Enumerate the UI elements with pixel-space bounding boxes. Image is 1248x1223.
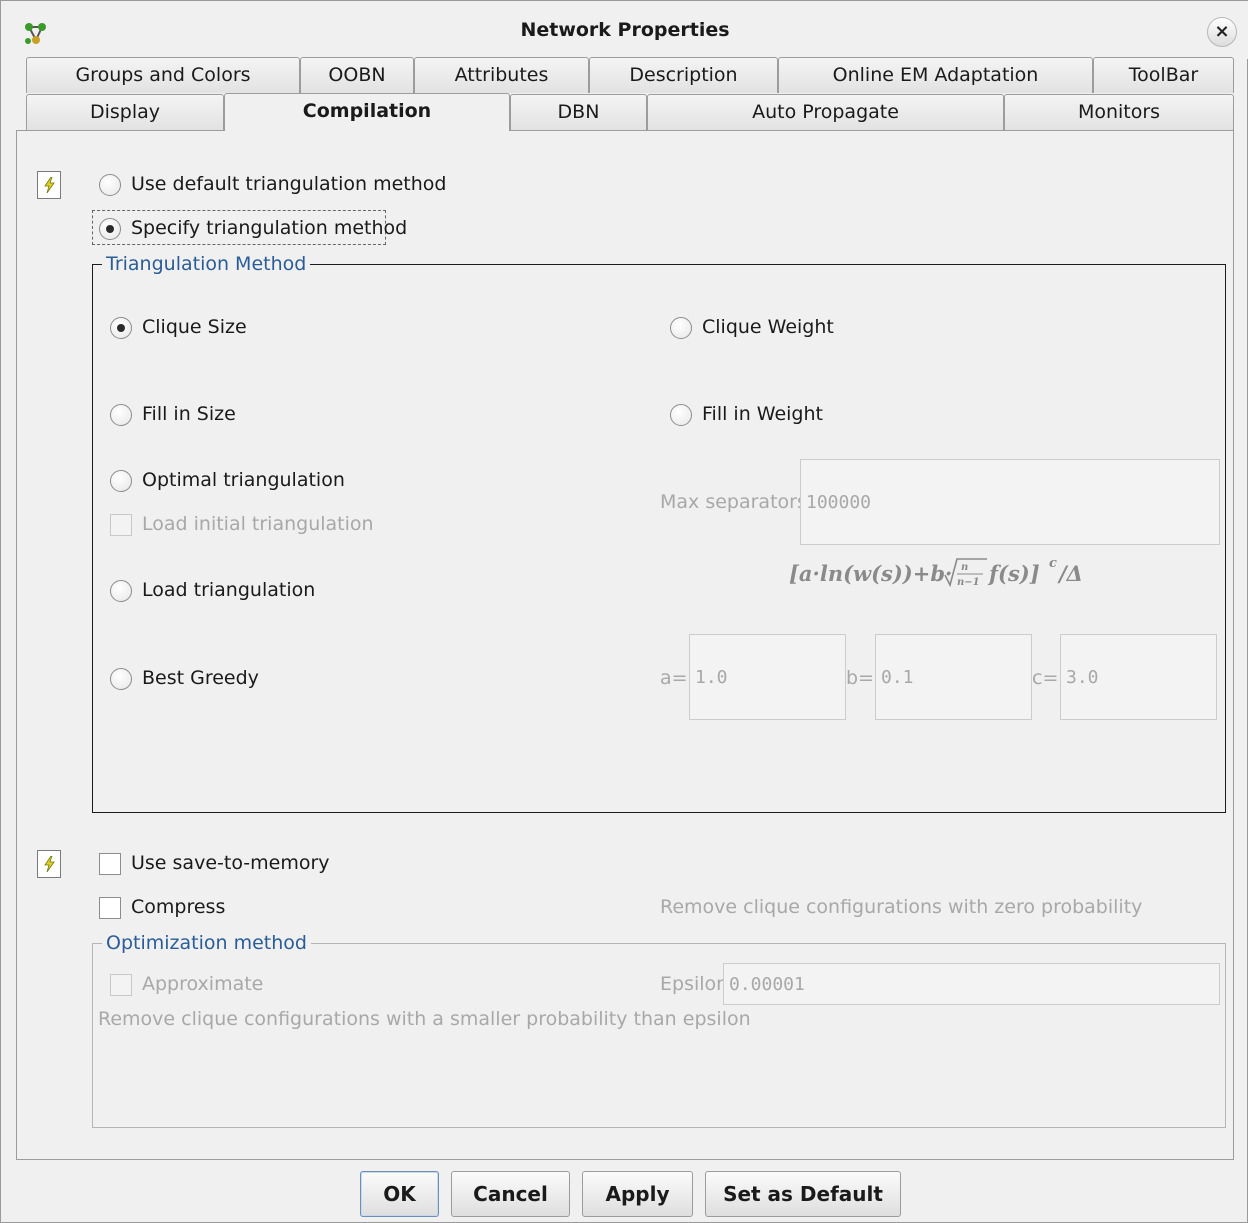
compress-label: Compress <box>131 896 226 918</box>
close-button[interactable]: × <box>1207 17 1237 47</box>
cost-formula: [a·ln(w(s))+b· n n−1 f(s)] c /Δ <box>789 556 1083 588</box>
svg-text:/Δ: /Δ <box>1057 561 1083 586</box>
svg-text:c: c <box>1049 556 1057 571</box>
max-separators-label: Max separators <box>660 491 807 513</box>
tab-toolbar[interactable]: ToolBar <box>1093 57 1234 93</box>
svg-text:[a·ln(w(s))+b·: [a·ln(w(s))+b· <box>789 561 952 586</box>
memory-document-icon <box>37 850 61 878</box>
set-as-default-button[interactable]: Set as Default <box>705 1171 901 1217</box>
clique-weight-label: Clique Weight <box>702 316 834 338</box>
tab-auto-propagate[interactable]: Auto Propagate <box>647 94 1004 130</box>
apply-button[interactable]: Apply <box>582 1171 693 1217</box>
approximate-label: Approximate <box>142 973 264 995</box>
lightning-icon <box>44 177 55 193</box>
tab-attributes[interactable]: Attributes <box>414 57 589 93</box>
tab-display[interactable]: Display <box>26 94 224 130</box>
tab-dbn[interactable]: DBN <box>510 94 647 130</box>
svg-text:f(s)]: f(s)] <box>987 561 1040 586</box>
param-a-label: a= <box>660 667 688 689</box>
svg-text:n: n <box>961 562 968 573</box>
optimization-hint: Remove clique configurations with a smal… <box>98 1008 751 1030</box>
tab-compilation[interactable]: Compilation <box>224 93 510 131</box>
clique-weight-radio[interactable] <box>670 317 692 339</box>
use-save-to-memory-label: Use save-to-memory <box>131 852 330 874</box>
clique-size-radio[interactable] <box>110 317 132 339</box>
use-save-to-memory-checkbox[interactable] <box>99 853 121 875</box>
compress-hint: Remove clique configurations with zero p… <box>660 896 1143 918</box>
tab-oobn[interactable]: OOBN <box>300 57 414 93</box>
fill-in-size-label: Fill in Size <box>142 403 236 425</box>
fill-in-size-radio[interactable] <box>110 404 132 426</box>
param-c-input[interactable]: 3.0 <box>1060 634 1217 720</box>
triangulation-method-legend: Triangulation Method <box>102 253 311 275</box>
fill-in-weight-label: Fill in Weight <box>702 403 823 425</box>
use-default-triangulation-label: Use default triangulation method <box>131 173 447 195</box>
load-initial-triangulation-label: Load initial triangulation <box>142 513 374 535</box>
tab-online-em-adaptation[interactable]: Online EM Adaptation <box>778 57 1093 93</box>
svg-text:n−1: n−1 <box>957 577 980 588</box>
param-b-input[interactable]: 0.1 <box>875 634 1032 720</box>
optimal-triangulation-label: Optimal triangulation <box>142 469 345 491</box>
cancel-button[interactable]: Cancel <box>451 1171 570 1217</box>
load-triangulation-label: Load triangulation <box>142 579 316 601</box>
fill-in-weight-radio[interactable] <box>670 404 692 426</box>
close-icon: × <box>1214 21 1230 42</box>
epsilon-input[interactable]: 0.00001 <box>723 963 1220 1005</box>
optimal-triangulation-radio[interactable] <box>110 470 132 492</box>
tab-description[interactable]: Description <box>589 57 778 93</box>
load-initial-triangulation-checkbox[interactable] <box>110 514 132 536</box>
param-a-input[interactable]: 1.0 <box>689 634 846 720</box>
clique-size-label: Clique Size <box>142 316 247 338</box>
compress-checkbox[interactable] <box>99 897 121 919</box>
use-default-triangulation-radio[interactable] <box>99 174 121 196</box>
network-properties-dialog: Network Properties × Groups and Colors O… <box>0 0 1248 1223</box>
tab-monitors[interactable]: Monitors <box>1004 94 1234 130</box>
specify-triangulation-label: Specify triangulation method <box>131 217 408 239</box>
tab-groups-and-colors[interactable]: Groups and Colors <box>26 57 300 93</box>
ok-button[interactable]: OK <box>360 1171 439 1217</box>
epsilon-label: Epsilon <box>660 973 729 995</box>
best-greedy-label: Best Greedy <box>142 667 259 689</box>
approximate-checkbox[interactable] <box>110 974 132 996</box>
dialog-title: Network Properties <box>520 19 730 41</box>
title-bar: Network Properties × <box>1 1 1248 59</box>
param-b-label: b= <box>846 667 874 689</box>
param-c-label: c= <box>1032 667 1059 689</box>
max-separators-input[interactable]: 100000 <box>800 459 1220 545</box>
best-greedy-radio[interactable] <box>110 668 132 690</box>
lightning-icon <box>44 856 55 872</box>
load-triangulation-radio[interactable] <box>110 580 132 602</box>
specify-triangulation-radio[interactable] <box>99 218 121 240</box>
compile-document-icon <box>37 171 61 199</box>
optimization-method-legend: Optimization method <box>102 932 311 954</box>
